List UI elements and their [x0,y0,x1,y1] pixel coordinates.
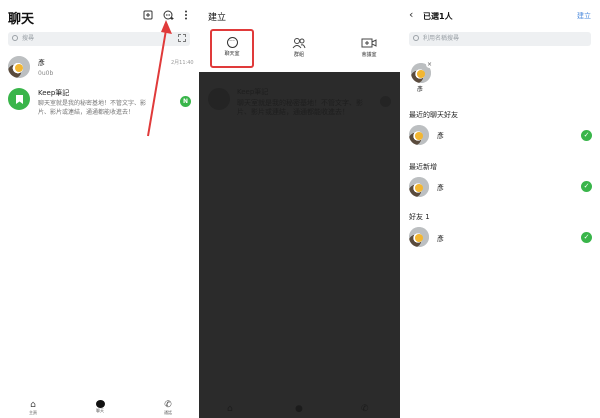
avatar [409,227,429,247]
dimmed-phone-icon: ✆ [361,404,369,414]
bottom-tab-bar: ⌂ 主頁 聊天 ✆ 通話 [0,398,199,418]
group-icon [279,37,319,49]
phone-icon: ✆ [164,400,172,410]
search-icon [413,35,419,41]
chat-preview: 聊天室就是我的秘密基地！不管文字、影 [38,100,147,107]
tab-label: 主頁 [29,410,37,415]
create-group-button[interactable]: 群組 [279,37,319,59]
more-vertical-icon[interactable] [181,10,191,20]
keep-notes-icon [8,88,30,110]
page-title: 聊天 [8,12,35,27]
screenshot-stage: 聊天 搜尋 彥 0u0b 2月11:40 Keep筆記 聊天室就是我的秘密基地！… [0,0,600,418]
section-title: 最近的聊天好友 [409,111,458,119]
chat-preview: 片、影片或連結，通通都能收進去！ [38,109,135,116]
checkmark-icon[interactable]: ✓ [581,130,592,141]
avatar [409,177,429,197]
avatar [8,56,30,78]
sheet-title: 建立 [208,13,227,23]
create-button[interactable]: 建立 [577,11,591,21]
dimmed-badge [380,96,391,107]
tab-chat[interactable]: 聊天 [85,400,115,414]
chat-name: 彥 [38,59,45,67]
friend-name: 彥 [437,132,444,140]
create-sheet: 建立 ··· 聊天室 群組 會議室 [199,0,400,72]
status-badge: N [180,96,191,107]
back-chevron-icon[interactable]: ‹ [409,8,413,21]
tab-label: 聊天 [96,408,104,413]
page-title: 已選1人 [423,12,453,21]
search-icon [12,35,18,41]
tab-label: 通話 [164,410,172,415]
create-meeting-button[interactable]: 會議室 [349,37,389,59]
video-meeting-icon [349,37,389,49]
annotation-arrow [147,20,172,137]
home-icon: ⌂ [30,400,36,410]
dimmed-chat-preview: 片、影片或連結，通通都能收進去！ [237,108,349,116]
search-placeholder: 搜尋 [22,35,35,42]
chat-name: Keep筆記 [38,89,70,97]
remove-icon[interactable]: × [426,61,433,68]
tab-calls[interactable]: ✆ 通話 [153,400,183,416]
dimmed-chat-name: Keep筆記 [237,88,269,96]
chat-preview: 0u0b [38,70,54,77]
search-placeholder: 利用名稱搜尋 [423,35,460,42]
avatar [409,125,429,145]
checkmark-icon[interactable]: ✓ [581,232,592,243]
dimmed-avatar [208,88,230,110]
dimmed-chat-preview: 聊天室就是我的秘密基地！不管文字、影 [237,99,363,107]
checkmark-icon[interactable]: ✓ [581,181,592,192]
option-label: 會議室 [361,52,377,58]
dimmed-chat-icon: ● [295,404,303,414]
section-title: 最近新增 [409,163,437,171]
friend-name: 彥 [437,235,444,243]
option-label: 群組 [293,52,304,58]
chat-icon [95,400,105,408]
search-input[interactable]: 利用名稱搜尋 [409,32,591,46]
section-title: 好友 1 [409,213,430,221]
create-sheet-screen: Keep筆記 聊天室就是我的秘密基地！不管文字、影 片、影片或連結，通通都能收進… [199,0,400,418]
selected-name: 彥 [417,86,424,93]
chat-list-screen: 聊天 搜尋 彥 0u0b 2月11:40 Keep筆記 聊天室就是我的秘密基地！… [0,0,199,418]
dimmed-home-icon: ⌂ [227,404,233,414]
tab-home[interactable]: ⌂ 主頁 [18,400,48,416]
friend-name: 彥 [437,184,444,192]
highlight-box [210,29,254,68]
